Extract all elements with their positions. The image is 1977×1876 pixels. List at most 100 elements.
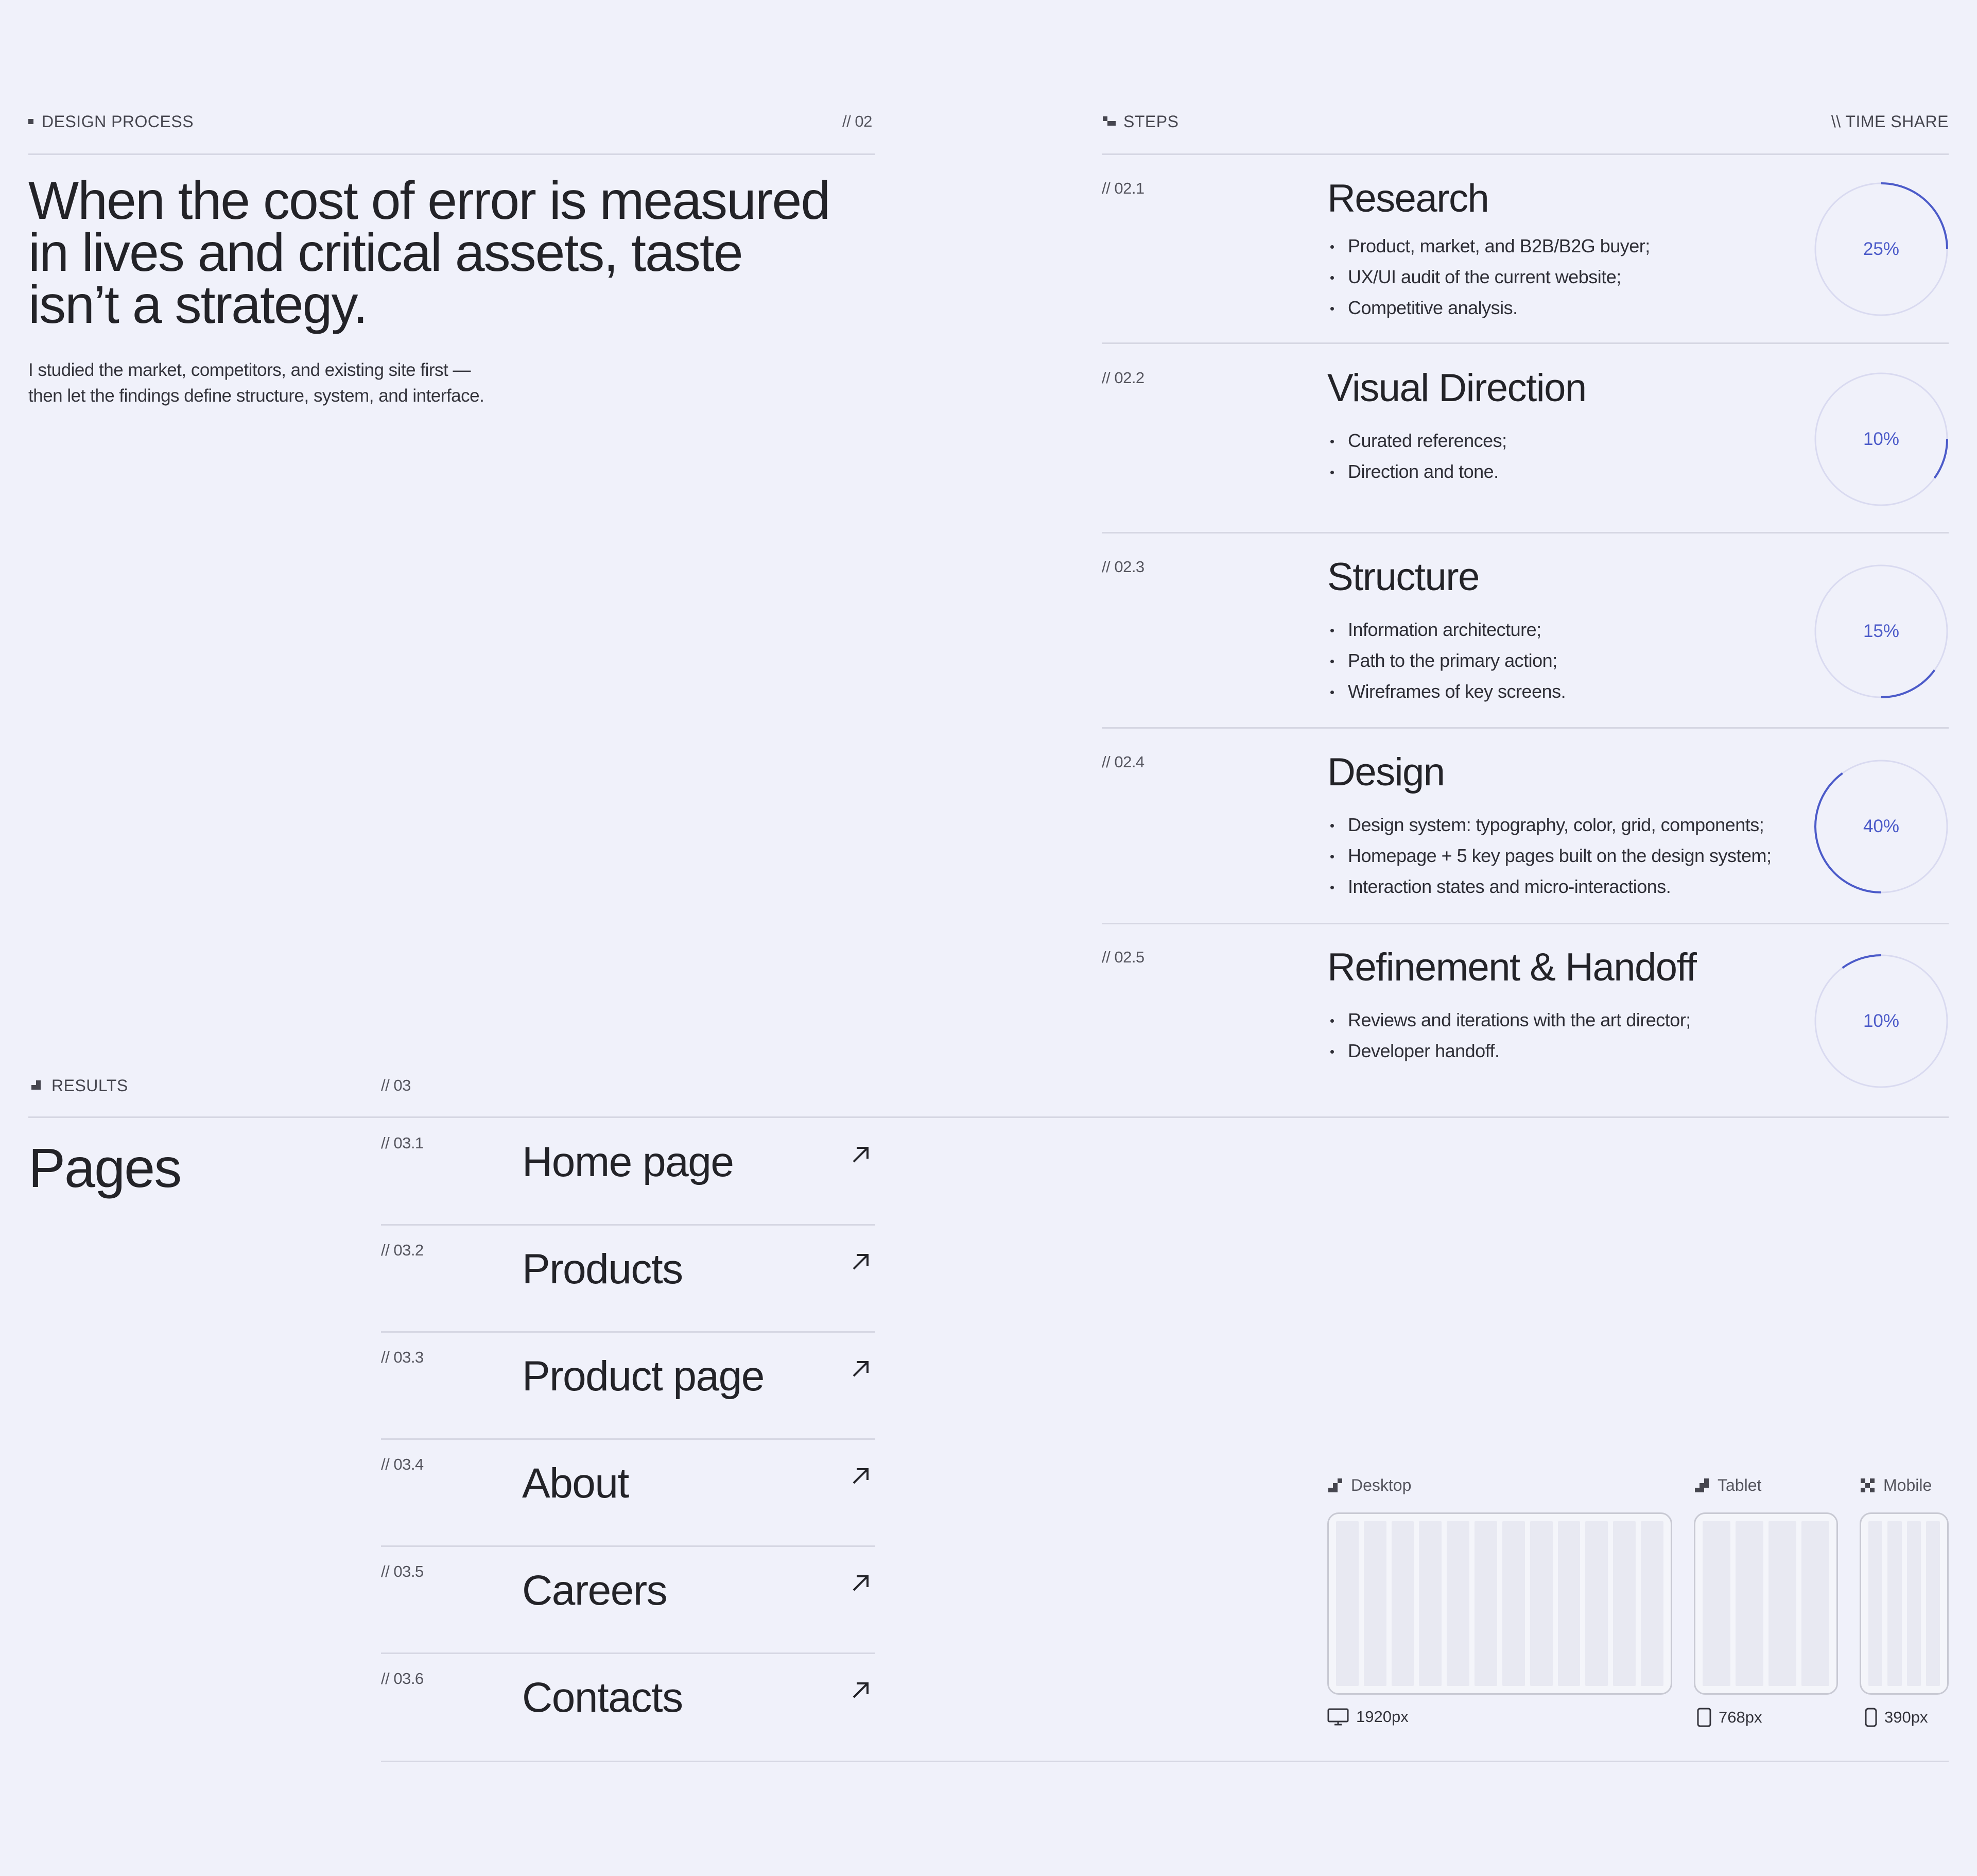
step-number: // 02.3 <box>1102 558 1144 576</box>
divider <box>381 1761 1949 1762</box>
time-share-ring: 40% <box>1814 759 1949 894</box>
time-share-percent: 10% <box>1863 1011 1900 1031</box>
page-link-product-page[interactable]: // 03.3 Product page <box>381 1333 875 1440</box>
arrow-up-right-icon <box>853 1682 869 1698</box>
step-bullets: Design system: typography, color, grid, … <box>1327 810 1772 902</box>
page-number: // 03.4 <box>381 1455 424 1473</box>
lead-line: then let the findings define structure, … <box>28 386 484 406</box>
page-label: Home page <box>522 1139 734 1185</box>
page-number: // 03.5 <box>381 1562 424 1580</box>
step-bullets: Information architecture; Path to the pr… <box>1327 614 1566 707</box>
tablet-icon <box>1697 1708 1711 1727</box>
time-share-percent: 15% <box>1863 621 1900 641</box>
divider <box>28 1116 1949 1118</box>
device-label: Mobile <box>1883 1476 1932 1494</box>
step-title: Refinement & Handoff <box>1327 945 1697 989</box>
divider <box>1102 153 1949 155</box>
page-label: Product page <box>522 1353 765 1400</box>
step-bullet: Information architecture; <box>1327 614 1566 645</box>
steps-caption: STEPS <box>1103 112 1178 131</box>
tablet-preview <box>1694 1512 1838 1695</box>
page-link-contacts[interactable]: // 03.6 Contacts <box>381 1654 875 1761</box>
time-share-caption: \\ TIME SHARE <box>1831 112 1949 131</box>
page-link-careers[interactable]: // 03.5 Careers <box>381 1547 875 1654</box>
grid-columns <box>1703 1521 1829 1686</box>
step-number: // 02.4 <box>1102 753 1144 771</box>
page-link-home[interactable]: // 03.1 Home page <box>381 1118 875 1226</box>
page-label: Contacts <box>522 1674 683 1721</box>
arrow-up-right-icon <box>853 1468 869 1484</box>
results-number: // 03 <box>381 1076 411 1094</box>
headline-line: When the cost of error is measured <box>28 171 830 231</box>
device-label: Tablet <box>1718 1476 1762 1494</box>
desktop-pixel-icon <box>1328 1478 1342 1492</box>
step-bullet: UX/UI audit of the current website; <box>1327 262 1650 292</box>
phone-icon <box>1865 1708 1877 1727</box>
step-title: Research <box>1327 177 1489 220</box>
step-bullet: Design system: typography, color, grid, … <box>1327 810 1772 840</box>
step-bullet: Product, market, and B2B/B2G buyer; <box>1327 231 1650 262</box>
step-number: // 02.1 <box>1102 179 1144 197</box>
process-caption: DESIGN PROCESS <box>28 112 194 131</box>
divider <box>1102 923 1949 924</box>
page-number: // 03.6 <box>381 1670 424 1688</box>
device-size: 390px <box>1884 1708 1928 1726</box>
arrow-up-right-icon <box>853 1254 869 1270</box>
device-desktop-caption: Desktop <box>1327 1476 1411 1495</box>
time-share-ring: 25% <box>1814 182 1949 317</box>
square-bullet-icon <box>28 118 33 124</box>
step-bullet: Reviews and iterations with the art dire… <box>1327 1005 1691 1036</box>
mobile-pixel-icon <box>1861 1478 1875 1492</box>
device-tablet-caption: Tablet <box>1694 1476 1761 1495</box>
step-bullet: Path to the primary action; <box>1327 645 1566 676</box>
desktop-preview <box>1327 1512 1672 1695</box>
results-caption: RESULTS <box>31 1076 128 1095</box>
step-title: Visual Direction <box>1327 366 1587 410</box>
step-title: Design <box>1327 750 1445 794</box>
time-share-ring: 15% <box>1814 564 1949 699</box>
grid-columns <box>1336 1521 1663 1686</box>
tablet-pixel-icon <box>1695 1478 1709 1492</box>
mobile-preview <box>1860 1512 1949 1695</box>
device-desktop-size: 1920px <box>1327 1708 1409 1726</box>
steps-caption-text: STEPS <box>1123 112 1179 131</box>
divider <box>28 153 875 155</box>
step-bullet: Direction and tone. <box>1327 456 1507 487</box>
step-bullet: Developer handoff. <box>1327 1036 1691 1066</box>
page-label: Products <box>522 1246 683 1293</box>
page-number: // 03.3 <box>381 1348 424 1366</box>
arrow-up-right-icon <box>853 1361 869 1377</box>
process-caption-text: DESIGN PROCESS <box>42 112 194 131</box>
steps-pixel-icon <box>1103 116 1116 126</box>
process-number: // 02 <box>842 112 872 130</box>
time-share-ring: 10% <box>1814 954 1949 1089</box>
step-number: // 02.5 <box>1102 948 1144 966</box>
step-bullets: Product, market, and B2B/B2G buyer; UX/U… <box>1327 231 1650 323</box>
step-title: Structure <box>1327 555 1480 599</box>
step-bullet: Competitive analysis. <box>1327 292 1650 323</box>
divider <box>1102 342 1949 344</box>
divider <box>1102 727 1949 729</box>
step-bullet: Curated references; <box>1327 425 1507 456</box>
page-link-products[interactable]: // 03.2 Products <box>381 1226 875 1333</box>
device-mobile-size: 390px <box>1865 1708 1928 1727</box>
monitor-icon <box>1327 1708 1349 1726</box>
time-share-ring: 10% <box>1814 372 1949 507</box>
pages-title: Pages <box>28 1137 182 1199</box>
results-caption-text: RESULTS <box>51 1076 128 1095</box>
device-mobile-caption: Mobile <box>1860 1476 1932 1495</box>
page-label: About <box>522 1460 629 1507</box>
process-lead: I studied the market, competitors, and e… <box>28 357 484 409</box>
arrow-up-right-icon <box>853 1575 869 1591</box>
process-headline: When the cost of error is measured in li… <box>28 171 830 332</box>
page-label: Careers <box>522 1567 668 1614</box>
time-share-percent: 25% <box>1863 239 1900 259</box>
step-bullet: Interaction states and micro-interaction… <box>1327 871 1772 902</box>
device-size: 1920px <box>1356 1708 1409 1726</box>
page-link-about[interactable]: // 03.4 About <box>381 1440 875 1547</box>
step-bullets: Reviews and iterations with the art dire… <box>1327 1005 1691 1066</box>
page-number: // 03.1 <box>381 1134 424 1152</box>
page-number: // 03.2 <box>381 1241 424 1259</box>
device-label: Desktop <box>1351 1476 1412 1494</box>
device-size: 768px <box>1719 1708 1762 1726</box>
